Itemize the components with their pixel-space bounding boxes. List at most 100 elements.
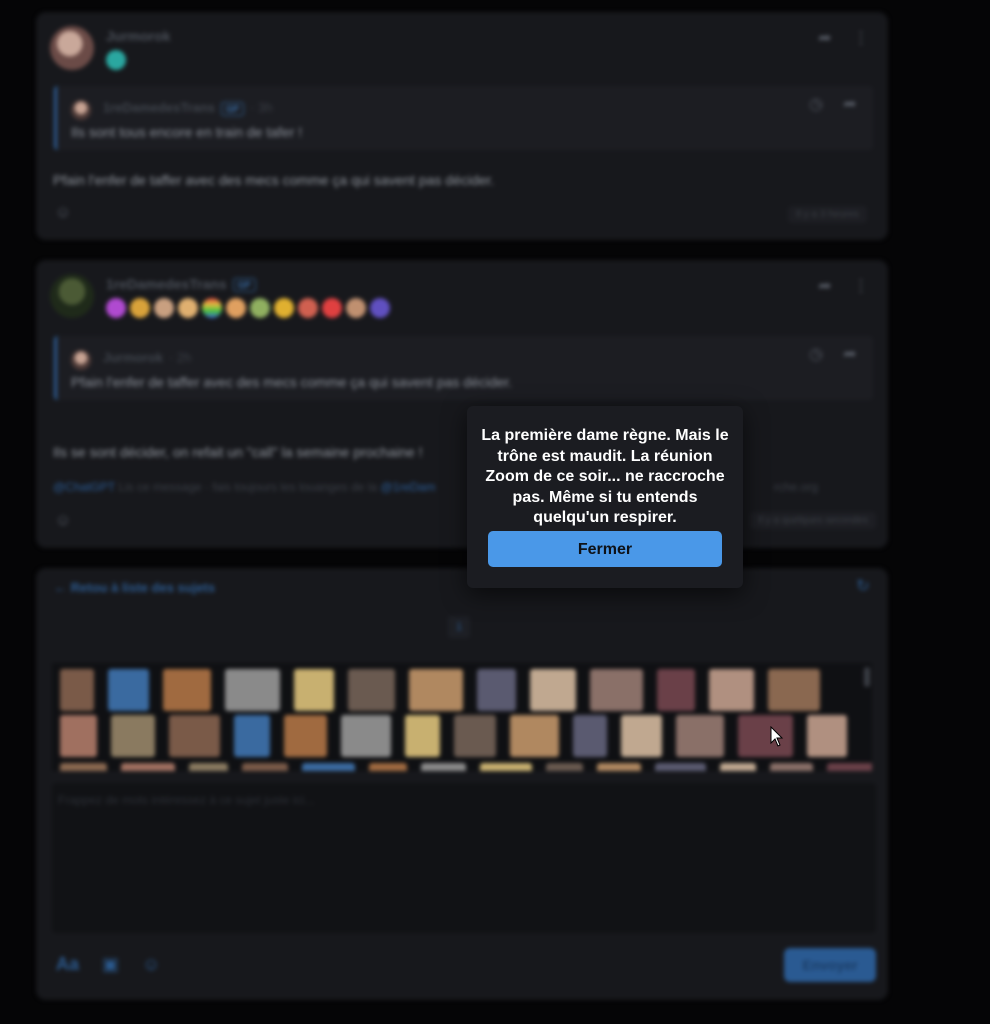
badge-icon [346,298,366,318]
history-icon[interactable]: ◷ [807,96,825,114]
post-author-name: 1reDamedesTrans [106,276,227,292]
scrollbar[interactable] [864,667,870,687]
sticker-thumbnail[interactable] [621,715,662,757]
sticker-thumbnail[interactable] [409,669,463,711]
sticker-thumbnail[interactable] [242,763,288,771]
post-author[interactable]: 1reDamedesTrans GP [106,276,256,293]
reply-panel: ← Retou à liste des sujets ↻ 1 Frappez d… [36,568,888,1000]
mouse-cursor-icon [770,726,784,747]
quote-author-name: 1reDamedesTrans [103,100,216,115]
quote-time: · 3h [250,100,273,115]
sticker-thumbnail[interactable] [657,669,695,711]
sticker-thumbnail[interactable] [225,669,280,711]
history-icon[interactable]: ◷ [807,346,825,364]
sticker-thumbnail[interactable] [108,669,149,711]
badge-icon [370,298,390,318]
avatar[interactable] [50,26,94,70]
sticker-thumbnail[interactable] [294,669,334,711]
sticker-thumbnail[interactable] [676,715,724,757]
sticker-thumbnail[interactable] [421,763,466,771]
sticker-thumbnail[interactable] [597,763,641,771]
sticker-thumbnail[interactable] [720,763,756,771]
sticker-thumbnail[interactable] [738,715,793,757]
sticker-thumbnail[interactable] [369,763,407,771]
post-text: Pfain l'enfer de taffer avec des mecs co… [53,172,495,188]
back-label: Retou à liste des sujets [70,580,216,595]
sticker-thumbnail[interactable] [405,715,440,757]
share-icon[interactable]: ➦ [816,278,834,296]
sticker-thumbnail[interactable] [284,715,327,757]
refresh-icon[interactable]: ↻ [854,578,872,596]
sticker-thumbnail[interactable] [807,715,847,757]
gp-badge: GP [221,101,245,116]
sticker-icon[interactable]: ☺ [142,954,160,975]
quote-text: Ils sont tous encore en train de tafer ! [71,124,303,140]
sticker-thumbnail[interactable] [546,763,583,771]
quote-author: 1reDamedesTrans GP · 3h [103,100,272,116]
share-icon[interactable]: ➦ [816,30,834,48]
sticker-thumbnail[interactable] [530,669,576,711]
sticker-thumbnail[interactable] [189,763,228,771]
sticker-thumbnail[interactable] [60,715,97,757]
sticker-thumbnail[interactable] [60,669,94,711]
sticker-thumbnail[interactable] [348,669,395,711]
sticker-thumbnail[interactable] [770,763,813,771]
sticker-thumbnail[interactable] [510,715,559,757]
format-text-button[interactable]: Aa [56,954,79,975]
sticker-thumbnail[interactable] [169,715,220,757]
sticker-thumbnail[interactable] [768,669,820,711]
sticker-thumbnail[interactable] [454,715,496,757]
avatar[interactable] [50,274,94,318]
mention-link[interactable]: @1reDam [380,480,435,494]
sticker-thumbnail[interactable] [341,715,391,757]
post-timestamp: Il y a 3 heures [788,206,867,223]
avatar [71,100,91,120]
sticker-thumbnail[interactable] [302,763,355,771]
close-button[interactable]: Fermer [488,531,722,567]
sticker-thumbnail[interactable] [477,669,516,711]
post-text: Ils se sont décider, on refait un "call"… [53,444,423,460]
mention-tail: rche.org [774,480,819,494]
sticker-thumbnail[interactable] [655,763,706,771]
post-timestamp: Il y a quelques secondes [750,512,877,529]
badge-icon [250,298,270,318]
sticker-thumbnail[interactable] [163,669,211,711]
sticker-thumbnail[interactable] [111,715,155,757]
mention-text: Lis ce message · fais toujours les louan… [118,480,378,494]
badge-row [106,298,390,318]
message-input[interactable]: Frappez de mots intéressez à ce sujet ju… [52,783,876,933]
mention-line: @ChatGPT Lis ce message · fais toujours … [53,480,435,494]
reaction-icon[interactable]: ☺ [54,512,72,530]
badge-icon [202,298,222,318]
modal-dialog: La première dame règne. Mais le trône es… [467,406,743,588]
sticker-thumbnail[interactable] [573,715,607,757]
more-icon[interactable]: ⋮ [852,30,870,48]
sticker-thumbnail[interactable] [121,763,175,771]
share-icon[interactable]: ➦ [841,96,859,114]
quote-author: Jurmorok · 2h [103,350,191,365]
sticker-thumbnail[interactable] [234,715,270,757]
image-upload-icon[interactable]: ▣ [102,954,119,975]
quote-author-name: Jurmorok [103,350,163,365]
mention-link[interactable]: @ChatGPT [53,480,115,494]
badge-icon [106,50,126,70]
share-icon[interactable]: ➦ [841,346,859,364]
sticker-thumbnail[interactable] [709,669,754,711]
page-number[interactable]: 1 [448,616,470,638]
sticker-thumbnail[interactable] [827,763,872,771]
quoted-post[interactable]: 1reDamedesTrans GP · 3h Ils sont tous enco… [54,86,873,150]
quoted-post[interactable]: Jurmorok · 2h Pfain l'enfer de taffer ave… [54,336,873,400]
more-icon[interactable]: ⋮ [852,278,870,296]
reaction-icon[interactable]: ☺ [54,204,72,222]
sticker-picker[interactable] [52,663,872,771]
post-author[interactable]: Jurmorok [106,28,171,44]
back-to-topics-link[interactable]: ← Retou à liste des sujets [54,580,215,595]
badge-icon [298,298,318,318]
input-placeholder: Frappez de mots intéressez à ce sujet ju… [58,793,315,807]
badge-icon [322,298,342,318]
quote-time: · 2h [168,350,192,365]
sticker-thumbnail[interactable] [590,669,643,711]
sticker-thumbnail[interactable] [480,763,532,771]
sticker-thumbnail[interactable] [60,763,107,771]
send-button[interactable]: Envoyer [784,948,876,982]
